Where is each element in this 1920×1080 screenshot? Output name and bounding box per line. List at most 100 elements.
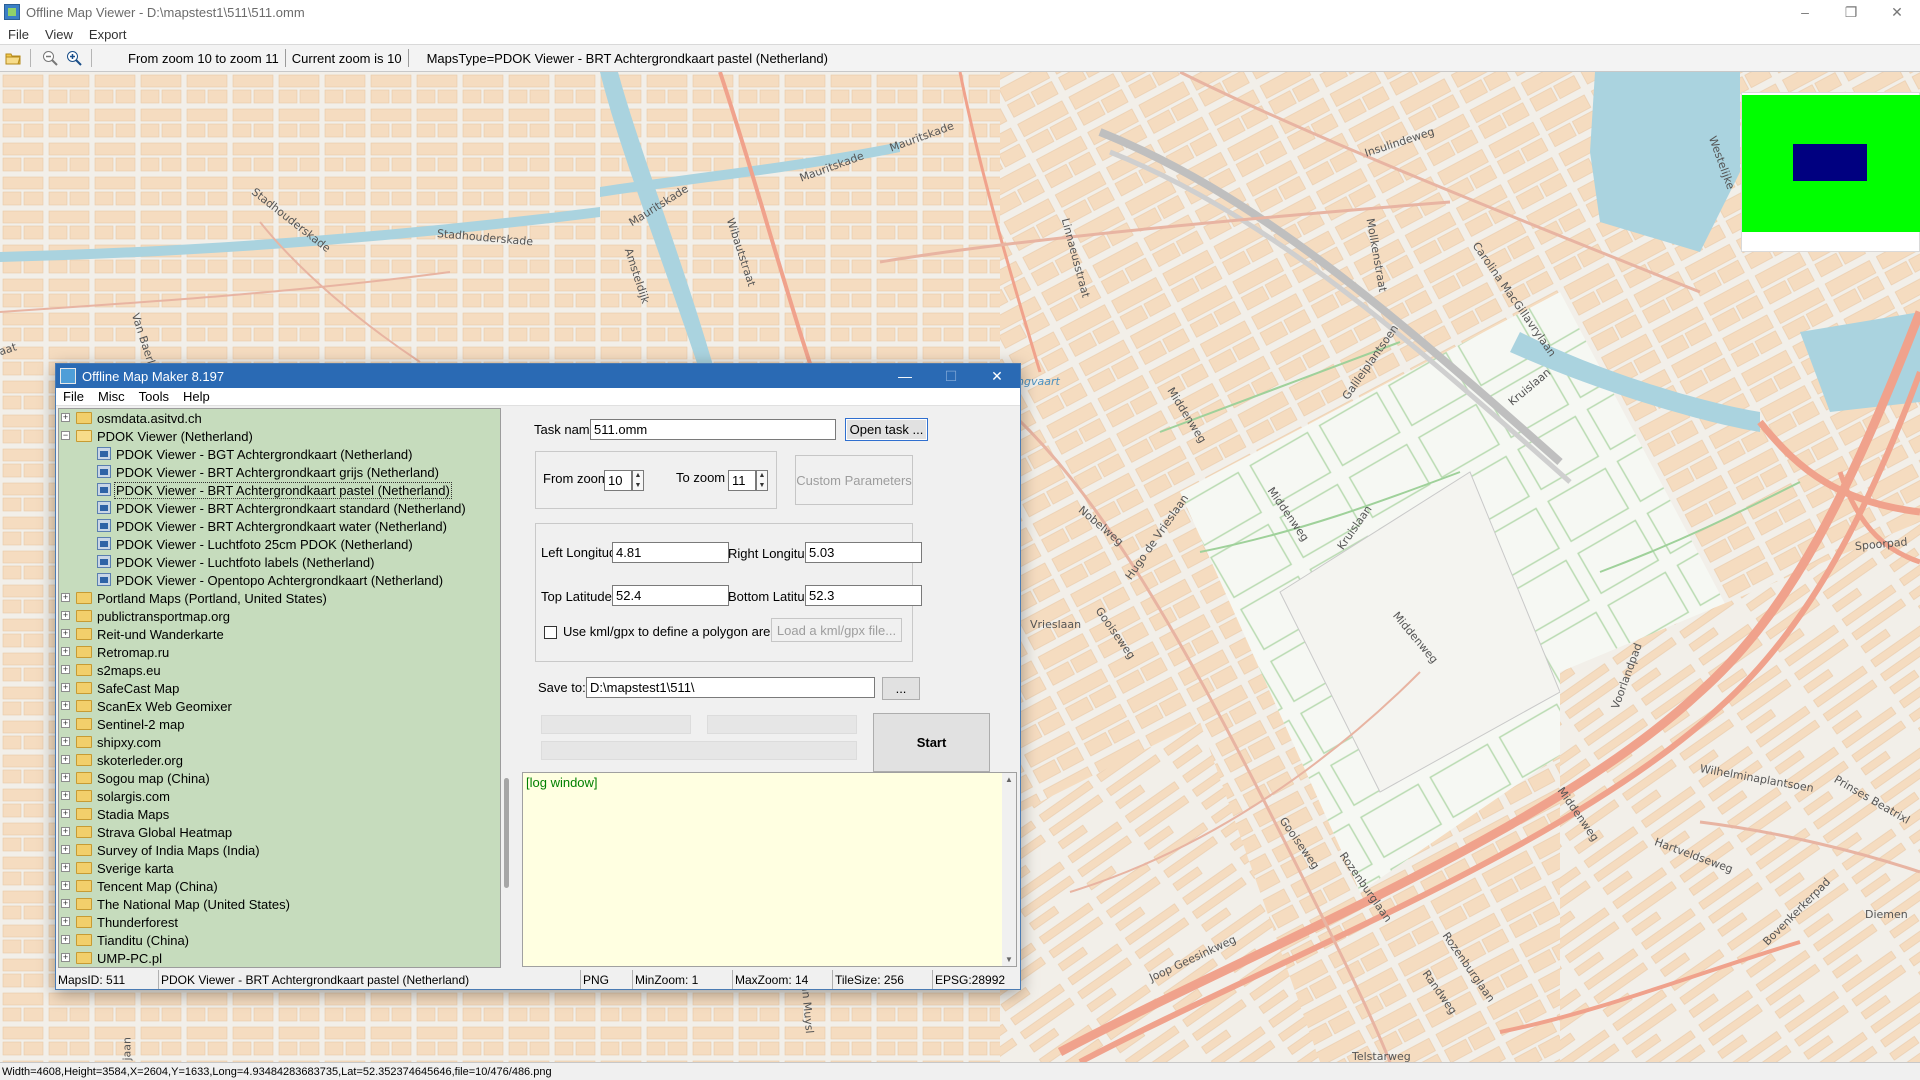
zoom-out-icon[interactable] [39, 47, 61, 69]
expand-icon[interactable]: + [61, 665, 70, 674]
tree-folder-item[interactable]: + Tencent Map (China) [59, 877, 500, 895]
tree-folder-item[interactable]: + SafeCast Map [59, 679, 500, 697]
tree-folder-item[interactable]: + s2maps.eu [59, 661, 500, 679]
tree-folder-item[interactable]: + Sverige karta [59, 859, 500, 877]
expand-icon[interactable]: + [61, 737, 70, 746]
expand-icon[interactable]: + [61, 719, 70, 728]
expand-icon[interactable]: + [61, 611, 70, 620]
expand-icon[interactable]: + [61, 413, 70, 422]
right-longitude-input[interactable]: 5.03 [805, 542, 922, 563]
kml-checkbox[interactable] [544, 626, 557, 639]
log-window[interactable]: [log window] ▲ ▼ [522, 772, 1017, 967]
custom-parameters-button[interactable]: Custom Parameters [795, 455, 913, 505]
task-name-input[interactable]: 511.omm [590, 419, 836, 440]
expand-icon[interactable]: + [61, 647, 70, 656]
tree-scrollbar[interactable] [501, 408, 513, 968]
scroll-down-arrow-icon[interactable]: ▼ [1005, 955, 1013, 964]
tree-folder-item[interactable]: + skoterleder.org [59, 751, 500, 769]
open-task-button[interactable]: Open task ... [845, 418, 928, 441]
expand-icon[interactable]: + [61, 773, 70, 782]
omm-menu-help[interactable]: Help [176, 389, 217, 404]
expand-icon[interactable]: + [61, 863, 70, 872]
tree-folder-item[interactable]: + UMP-PC.pl [59, 949, 500, 967]
log-scrollbar[interactable]: ▲ ▼ [1002, 773, 1016, 966]
tree-map-item[interactable]: PDOK Viewer - BRT Achtergrondkaart stand… [59, 499, 500, 517]
expand-icon[interactable]: + [61, 791, 70, 800]
tree-folder-item[interactable]: + Sentinel-2 map [59, 715, 500, 733]
browse-folder-button[interactable]: ... [882, 677, 920, 700]
map-view[interactable]: Stadhouderskade Stadhouderskade Mauritskad… [0, 72, 1920, 1062]
tree-map-item[interactable]: PDOK Viewer - Luchtfoto labels (Netherla… [59, 553, 500, 571]
tree-folder-item[interactable]: + publictransportmap.org [59, 607, 500, 625]
omm-menu-misc[interactable]: Misc [91, 389, 132, 404]
omm-maximize-button[interactable]: ☐ [928, 364, 974, 388]
to-zoom-input[interactable]: 11 [728, 470, 756, 491]
tree-folder-item[interactable]: + Sogou map (China) [59, 769, 500, 787]
tree-map-item[interactable]: PDOK Viewer - Luchtfoto 25cm PDOK (Nethe… [59, 535, 500, 553]
tree-folder-item[interactable]: + Portland Maps (Portland, United States) [59, 589, 500, 607]
expand-icon[interactable]: + [61, 629, 70, 638]
tree-folder-item[interactable]: + Tianditu (China) [59, 931, 500, 949]
tree-map-item[interactable]: PDOK Viewer - BRT Achtergrondkaart grijs… [59, 463, 500, 481]
scroll-up-arrow-icon[interactable]: ▲ [1005, 775, 1013, 784]
expand-icon[interactable]: + [61, 845, 70, 854]
menu-view[interactable]: View [37, 27, 81, 42]
tree-folder-item[interactable]: + shipxy.com [59, 733, 500, 751]
minimize-button[interactable]: – [1782, 0, 1828, 24]
minimap-viewport[interactable] [1793, 144, 1867, 181]
to-zoom-stepper[interactable]: ▲ ▼ [756, 470, 768, 491]
folder-icon [76, 664, 92, 676]
tree-scrollbar-thumb[interactable] [504, 778, 509, 888]
expand-icon[interactable]: + [61, 809, 70, 818]
expand-icon[interactable]: + [61, 683, 70, 692]
from-zoom-stepper[interactable]: ▲ ▼ [632, 470, 644, 491]
restore-button[interactable]: ❐ [1828, 0, 1874, 24]
expand-icon[interactable]: + [61, 953, 70, 962]
omm-menu-file[interactable]: File [56, 389, 91, 404]
menu-file[interactable]: File [0, 27, 37, 42]
expand-icon[interactable]: + [61, 701, 70, 710]
save-to-input[interactable]: D:\mapstest1\511\ [586, 677, 875, 698]
tree-folder-item[interactable]: + ScanEx Web Geomixer [59, 697, 500, 715]
tree-folder-item[interactable]: + Reit-und Wanderkarte [59, 625, 500, 643]
folder-icon [76, 844, 92, 856]
from-zoom-input[interactable]: 10 [604, 470, 632, 491]
bottom-latitude-input[interactable]: 52.3 [805, 585, 922, 606]
left-longitude-input[interactable]: 4.81 [612, 542, 729, 563]
map-source-tree[interactable]: + osmdata.asitvd.ch − PDOK Viewer (Netherla… [58, 408, 501, 968]
expand-icon[interactable]: + [61, 593, 70, 602]
expand-icon[interactable]: + [61, 899, 70, 908]
folder-icon [76, 790, 92, 802]
menu-export[interactable]: Export [81, 27, 135, 42]
zoom-in-icon[interactable] [63, 47, 85, 69]
top-latitude-input[interactable]: 52.4 [612, 585, 729, 606]
tree-map-item[interactable]: PDOK Viewer - BRT Achtergrondkaart paste… [59, 481, 500, 499]
omm-minimize-button[interactable]: — [882, 364, 928, 388]
expand-icon[interactable]: + [61, 755, 70, 764]
tree-folder-item[interactable]: + solargis.com [59, 787, 500, 805]
expand-icon[interactable]: + [61, 827, 70, 836]
omm-close-button[interactable]: ✕ [974, 364, 1020, 388]
omm-menu-tools[interactable]: Tools [132, 389, 176, 404]
tree-folder-item[interactable]: + Strava Global Heatmap [59, 823, 500, 841]
expand-icon[interactable]: + [61, 935, 70, 944]
tree-folder-item[interactable]: + Stadia Maps [59, 805, 500, 823]
expand-icon[interactable]: + [61, 881, 70, 890]
load-kml-button[interactable]: Load a kml/gpx file... [771, 618, 902, 642]
start-button[interactable]: Start [873, 713, 990, 772]
tree-map-item[interactable]: PDOK Viewer - Opentopo Achtergrondkaart … [59, 571, 500, 589]
open-folder-icon[interactable] [2, 47, 24, 69]
close-button[interactable]: ✕ [1874, 0, 1920, 24]
tree-map-item[interactable]: PDOK Viewer - BRT Achtergrondkaart water… [59, 517, 500, 535]
overview-minimap[interactable] [1741, 92, 1920, 252]
collapse-icon[interactable]: − [61, 431, 70, 440]
map-tile-icon [97, 537, 111, 550]
expand-icon[interactable]: + [61, 917, 70, 926]
tree-folder-item[interactable]: + Thunderforest [59, 913, 500, 931]
tree-map-item[interactable]: PDOK Viewer - BGT Achtergrondkaart (Neth… [59, 445, 500, 463]
tree-folder-item[interactable]: + osmdata.asitvd.ch [59, 409, 500, 427]
tree-folder-item[interactable]: + The National Map (United States) [59, 895, 500, 913]
tree-folder-item[interactable]: + Retromap.ru [59, 643, 500, 661]
tree-folder-item[interactable]: − PDOK Viewer (Netherland) [59, 427, 500, 445]
tree-folder-item[interactable]: + Survey of India Maps (India) [59, 841, 500, 859]
